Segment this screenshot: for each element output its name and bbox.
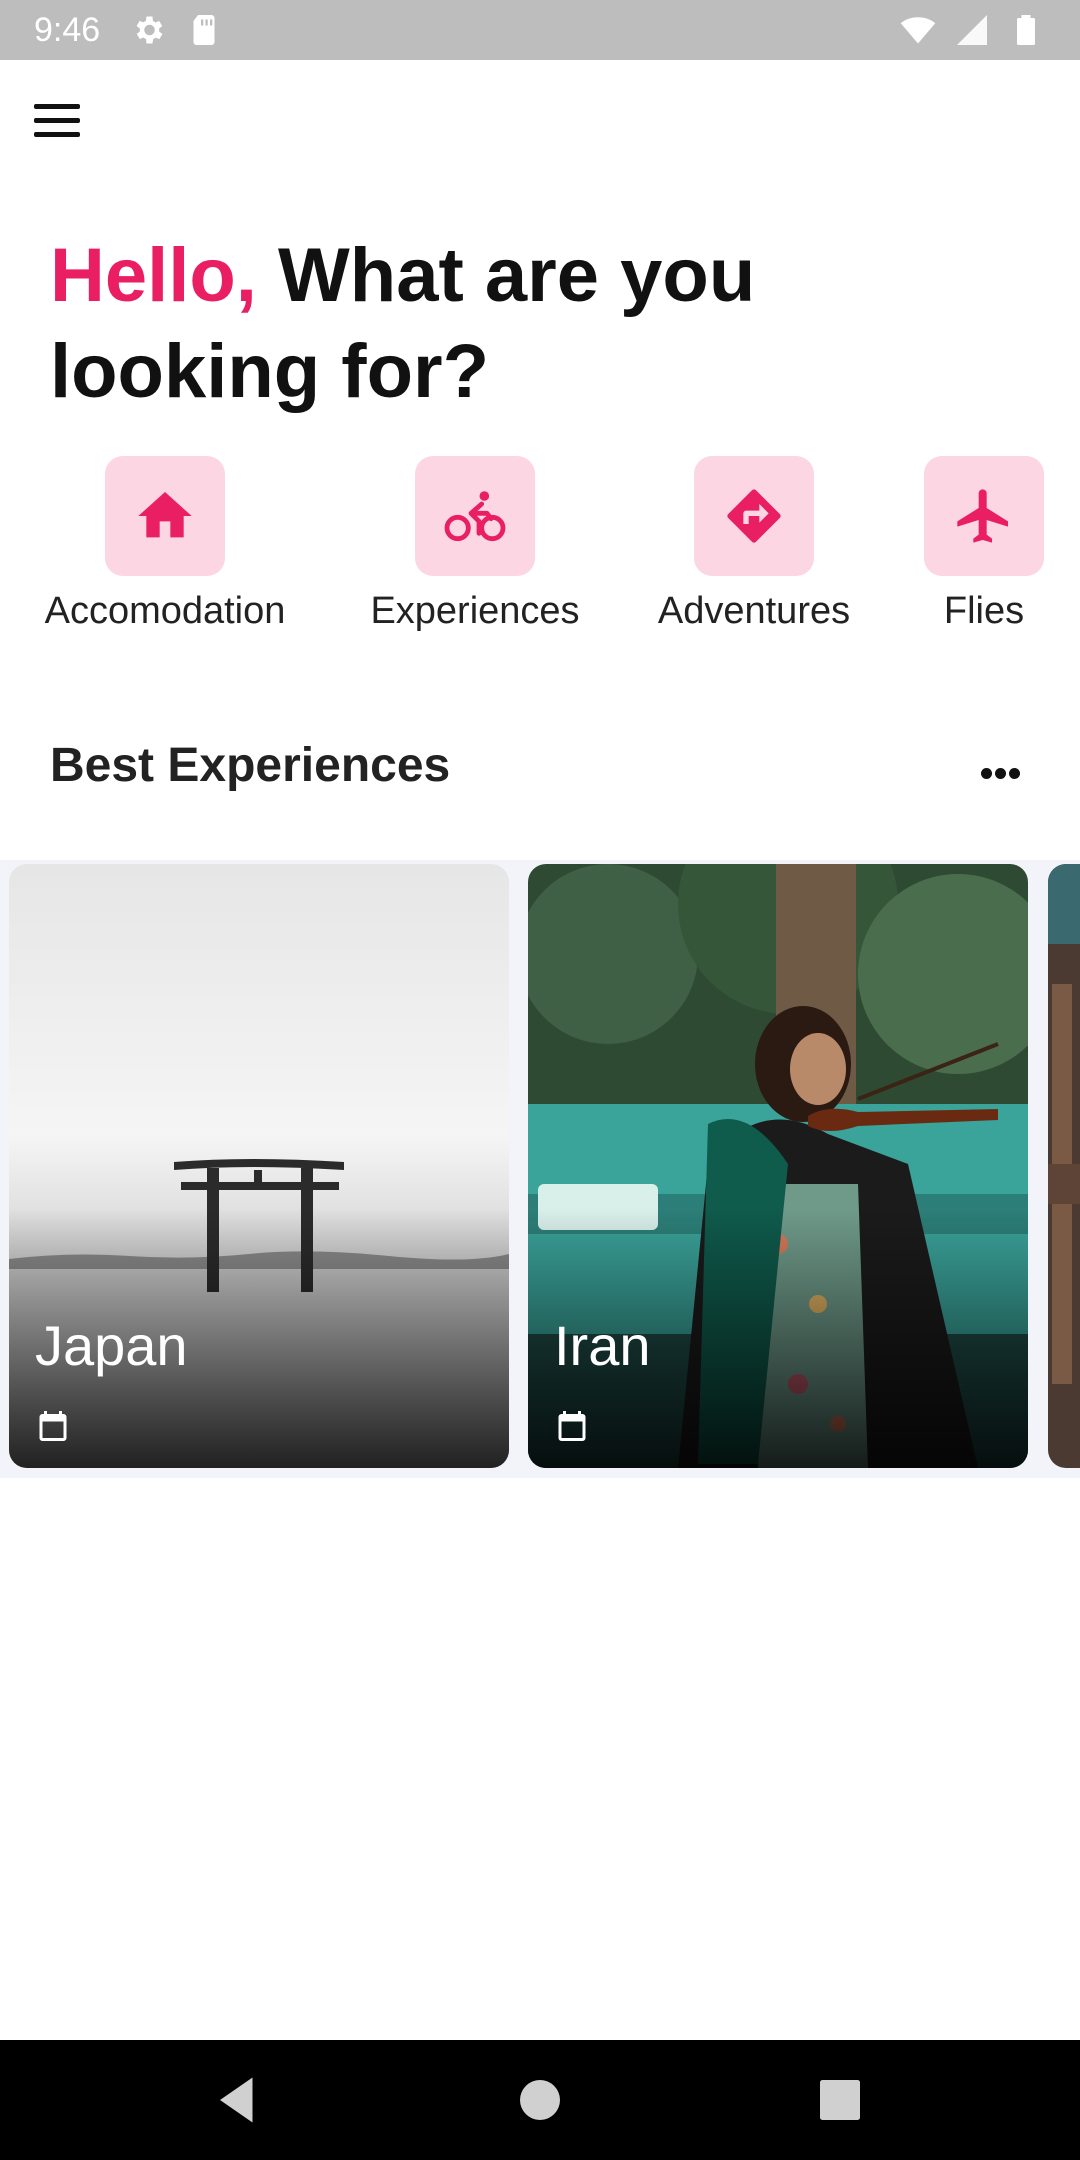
- category-label: Accomodation: [44, 590, 286, 632]
- menu-icon: [34, 104, 80, 109]
- sd-card-icon: [193, 15, 215, 45]
- wifi-icon: [900, 17, 936, 44]
- status-time: 9:46: [34, 11, 101, 49]
- home-icon: [138, 492, 192, 538]
- section-title: Best Experiences: [50, 739, 451, 792]
- status-bar: 9:46: [0, 0, 1080, 60]
- settings-icon: [136, 16, 163, 44]
- battery-icon: [1017, 15, 1035, 45]
- calendar-icon[interactable]: [554, 1408, 590, 1444]
- card-photo: [1048, 864, 1080, 1468]
- directions-icon: [727, 489, 781, 543]
- greeting-hello: Hello,: [50, 233, 257, 318]
- back-icon[interactable]: [210, 2070, 270, 2130]
- category-label: Experiences: [370, 590, 580, 632]
- card-japan[interactable]: Japan: [9, 864, 509, 1468]
- signal-icon: [957, 15, 987, 45]
- more-horizontal-icon[interactable]: [975, 758, 1025, 788]
- category-flies[interactable]: Flies: [834, 456, 1080, 633]
- experience-cards[interactable]: Japan Iran: [0, 860, 1080, 1478]
- category-label: Flies: [943, 590, 1025, 632]
- category-accomodation[interactable]: Accomodation: [15, 456, 315, 633]
- calendar-icon[interactable]: [35, 1408, 71, 1444]
- category-experiences[interactable]: Experiences: [325, 456, 625, 633]
- airplane-icon: [957, 489, 1008, 543]
- recents-icon[interactable]: [810, 2070, 870, 2130]
- navigation-bar: [0, 2040, 1080, 2160]
- card-iran[interactable]: Iran: [528, 864, 1028, 1468]
- card-partial[interactable]: [1048, 864, 1080, 1468]
- bicycle-icon: [444, 491, 506, 542]
- card-title: Japan: [35, 1314, 188, 1377]
- page-title: Hello, What are you looking for?: [50, 228, 1010, 420]
- menu-button[interactable]: [34, 102, 84, 138]
- home-circle-icon[interactable]: [510, 2070, 570, 2130]
- card-title: Iran: [554, 1314, 651, 1377]
